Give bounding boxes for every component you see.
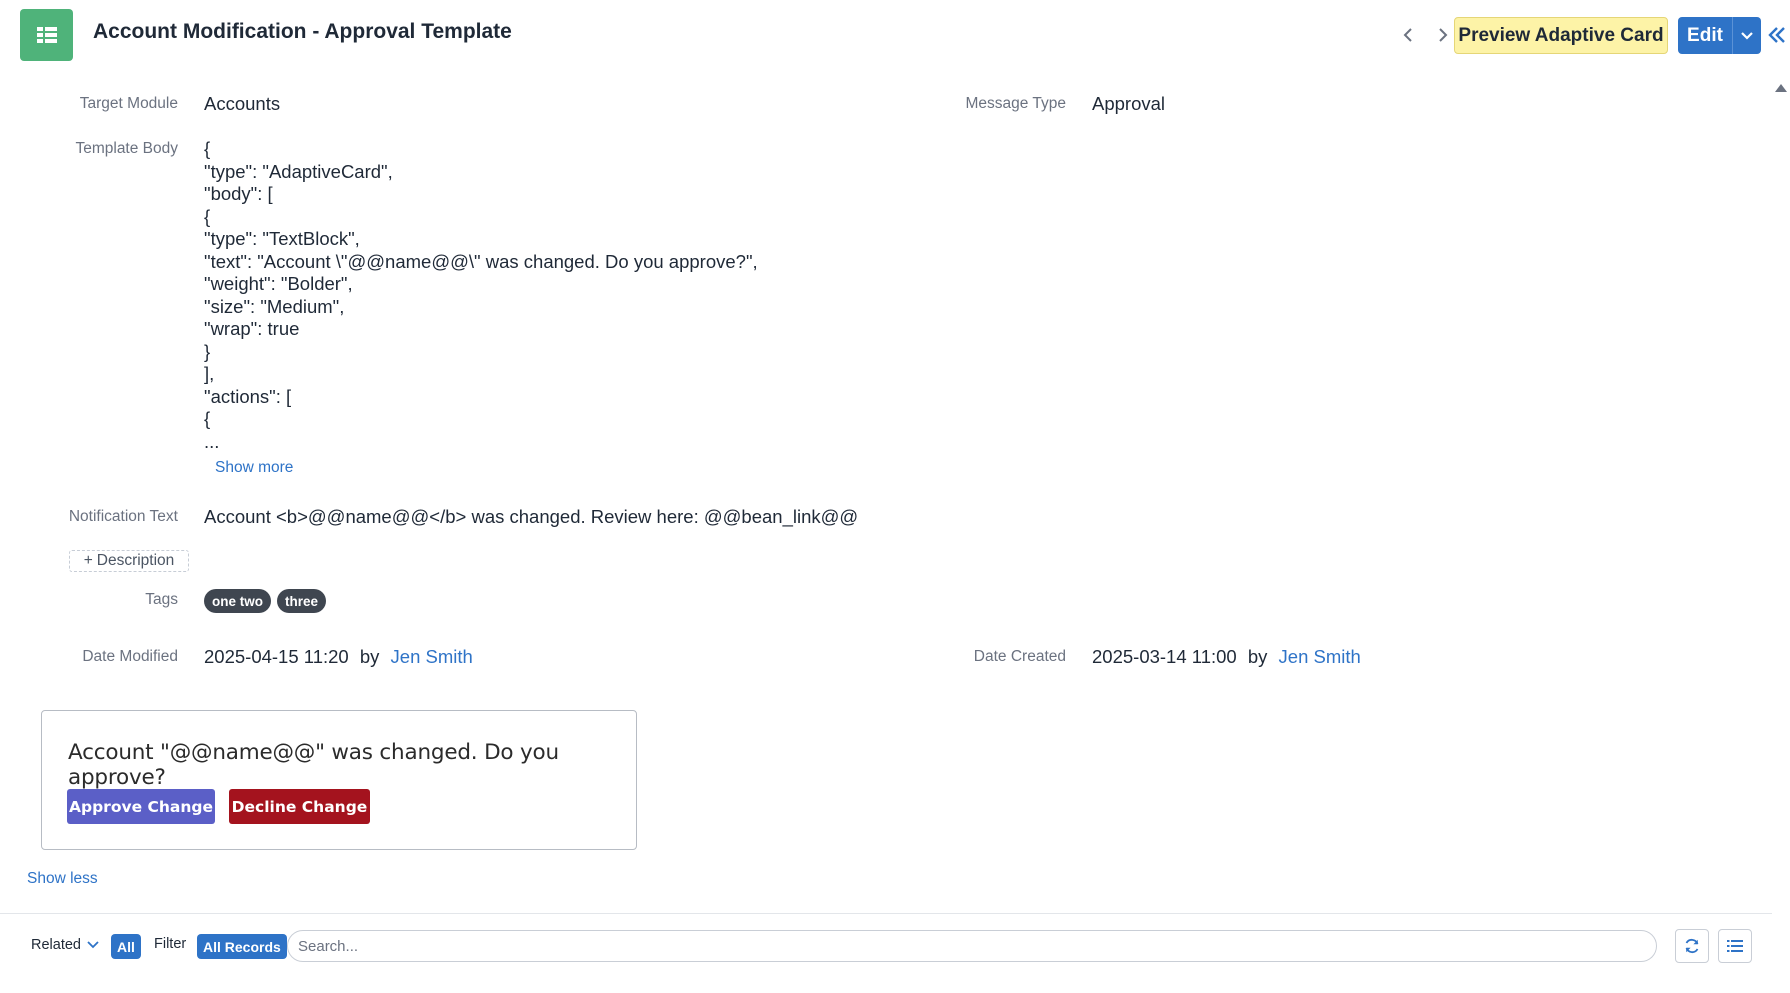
scroll-up-arrow-icon[interactable] bbox=[1775, 80, 1787, 92]
next-record-icon[interactable] bbox=[1432, 22, 1454, 48]
template-body-line: "actions": [ bbox=[204, 385, 292, 407]
template-body-line: ... bbox=[204, 430, 220, 452]
plus-icon: + bbox=[83, 552, 93, 569]
collapse-sidebar-icon[interactable] bbox=[1766, 24, 1788, 46]
date-modified-by: by bbox=[359, 646, 380, 667]
template-body-line: "weight": "Bolder", bbox=[204, 273, 353, 294]
date-created-value: 2025-03-14 11:00 by Jen Smith bbox=[1092, 646, 1361, 668]
module-list-icon bbox=[20, 9, 73, 61]
record-view: Account Modification - Approval Template… bbox=[0, 0, 1790, 993]
message-type-label: Message Type bbox=[965, 95, 1066, 112]
date-modified-value: 2025-04-15 11:20 by Jen Smith bbox=[204, 646, 473, 668]
adaptive-card-text: Account "@@name@@" was changed. Do you a… bbox=[68, 740, 559, 790]
refresh-icon[interactable] bbox=[1675, 929, 1709, 963]
all-records-filter-pill[interactable]: All Records bbox=[197, 934, 287, 959]
template-body-line: "size": "Medium", bbox=[204, 295, 345, 317]
notification-text-value: Account <b>@@name@@</b> was changed. Rev… bbox=[204, 506, 859, 527]
template-body-line: "type": "AdaptiveCard", bbox=[204, 160, 393, 182]
tags-label: Tags bbox=[145, 591, 178, 608]
edit-button[interactable]: Edit bbox=[1678, 17, 1761, 54]
template-body-line: { bbox=[204, 408, 211, 429]
adaptive-card-preview: Account "@@name@@" was changed. Do you a… bbox=[41, 710, 637, 850]
template-body-line: } bbox=[204, 340, 211, 362]
edit-button-label[interactable]: Edit bbox=[1678, 25, 1732, 47]
show-less-link[interactable]: Show less bbox=[27, 870, 98, 888]
template-body-line: { bbox=[204, 138, 211, 159]
all-modules-pill[interactable]: All bbox=[111, 934, 141, 959]
previous-record-icon[interactable] bbox=[1397, 22, 1419, 48]
approve-change-button[interactable]: Approve Change bbox=[67, 789, 215, 824]
template-body-line: "type": "TextBlock", bbox=[204, 228, 360, 249]
template-body-line: ], bbox=[204, 363, 215, 384]
related-label: Related bbox=[31, 937, 81, 953]
date-created-by: by bbox=[1247, 646, 1268, 667]
message-type-value: Approval bbox=[1092, 93, 1166, 114]
target-module-value: Accounts bbox=[204, 93, 281, 114]
show-more-link[interactable]: Show more bbox=[215, 459, 293, 477]
record-header: Account Modification - Approval Template… bbox=[0, 0, 1790, 70]
filter-label: Filter bbox=[154, 936, 187, 952]
date-modified-user-link[interactable]: Jen Smith bbox=[391, 646, 473, 667]
date-modified-label: Date Modified bbox=[82, 648, 178, 665]
template-body-value: {"type": "AdaptiveCard", "body": [{"type"… bbox=[204, 138, 758, 453]
related-dropdown[interactable]: Related bbox=[31, 937, 99, 953]
date-created-timestamp: 2025-03-14 11:00 bbox=[1092, 646, 1237, 667]
tag-pill[interactable]: one two bbox=[204, 589, 271, 613]
template-body-line: "body": [ bbox=[204, 183, 273, 204]
add-description-label: Description bbox=[96, 552, 175, 569]
target-module-label: Target Module bbox=[79, 95, 178, 112]
search-input[interactable] bbox=[287, 930, 1657, 962]
date-created-user-link[interactable]: Jen Smith bbox=[1279, 646, 1361, 667]
chevron-down-icon[interactable] bbox=[1733, 31, 1761, 41]
decline-change-button[interactable]: Decline Change bbox=[229, 789, 370, 824]
template-body-label: Template Body bbox=[75, 140, 178, 157]
add-description-button[interactable]: + Description bbox=[69, 550, 189, 572]
page-title: Account Modification - Approval Template bbox=[93, 20, 512, 43]
section-divider bbox=[0, 913, 1772, 914]
template-body-line: "text": "Account \"@@name@@\" was change… bbox=[204, 250, 758, 272]
template-body-line: "wrap": true bbox=[204, 318, 300, 339]
list-view-icon[interactable] bbox=[1718, 929, 1752, 963]
template-body-line: { bbox=[204, 205, 211, 227]
preview-adaptive-card-button[interactable]: Preview Adaptive Card bbox=[1454, 17, 1668, 54]
tag-pill[interactable]: three bbox=[277, 589, 327, 613]
date-created-label: Date Created bbox=[973, 648, 1066, 665]
notification-text-label: Notification Text bbox=[68, 508, 178, 525]
date-modified-timestamp: 2025-04-15 11:20 bbox=[204, 646, 349, 667]
chevron-down-icon bbox=[87, 941, 99, 949]
